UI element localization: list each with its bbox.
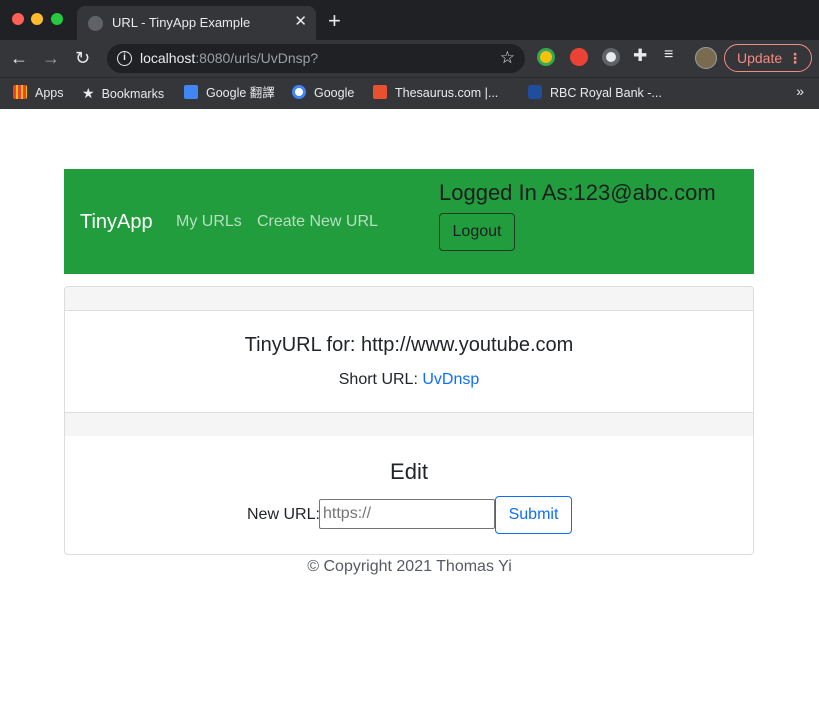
browser-chrome: URL - TinyApp Example ✕ + ← → ↻ i localh…	[0, 0, 819, 109]
bookmark-thesaurus[interactable]: Thesaurus.com |...	[373, 84, 498, 102]
new-url-input[interactable]	[319, 499, 495, 529]
thesaurus-icon	[373, 85, 387, 99]
address-bar[interactable]: i localhost:8080/urls/UvDnsp? ☆	[107, 44, 525, 73]
apps-grid-icon	[13, 85, 27, 99]
card-divider-header	[65, 412, 753, 436]
puzzle-icon[interactable]: ✚	[633, 46, 647, 66]
bookmark-bookmarks[interactable]: ★ Bookmarks	[82, 84, 164, 103]
profile-avatar[interactable]	[695, 47, 717, 69]
navbar: TinyApp My URLs Create New URL Logged In…	[64, 169, 754, 274]
google-translate-icon	[184, 85, 198, 99]
reload-icon[interactable]: ↻	[75, 47, 90, 69]
bookmark-label: Google	[314, 86, 355, 100]
google-icon	[292, 85, 306, 99]
bookmark-label: RBC Royal Bank -...	[550, 86, 662, 100]
nav-create-new-url[interactable]: Create New URL	[257, 213, 378, 231]
back-arrow-icon[interactable]: ←	[10, 47, 28, 69]
card-header	[65, 287, 753, 311]
short-url-link[interactable]: UvDnsp	[422, 371, 479, 388]
tab-title: URL - TinyApp Example	[112, 15, 251, 30]
url-card: TinyURL for: http://www.youtube.com Shor…	[64, 286, 754, 555]
url-text[interactable]: localhost:8080/urls/UvDnsp?	[140, 50, 318, 66]
forward-arrow-icon[interactable]: →	[42, 47, 60, 69]
info-icon[interactable]: i	[117, 51, 132, 66]
globe-icon	[88, 16, 103, 31]
bookmark-label: Google 翻譯	[206, 86, 275, 100]
maximize-window-button[interactable]	[51, 13, 63, 25]
browser-toolbar: ← → ↻ i localhost:8080/urls/UvDnsp? ☆ ✚ …	[0, 40, 819, 77]
brand-link[interactable]: TinyApp	[80, 211, 153, 234]
bookmark-rbc[interactable]: RBC Royal Bank -...	[528, 84, 662, 102]
bookmark-apps[interactable]: Apps	[13, 84, 64, 102]
card-title: TinyURL for: http://www.youtube.com	[244, 334, 574, 356]
edit-title: Edit	[390, 459, 428, 484]
update-button[interactable]: Update ⋮	[724, 44, 812, 72]
extension-icon[interactable]	[602, 48, 620, 66]
bookmark-label: Apps	[35, 86, 64, 100]
minimize-window-button[interactable]	[31, 13, 43, 25]
bookmark-label: Thesaurus.com |...	[395, 86, 499, 100]
close-icon[interactable]: ✕	[294, 12, 307, 32]
menu-dots-icon[interactable]: ⋮	[788, 45, 802, 71]
url-host: localhost	[140, 50, 196, 66]
logout-button[interactable]: Logout	[439, 213, 515, 251]
update-label: Update	[737, 50, 783, 66]
new-url-label: New URL:	[247, 506, 320, 523]
footer-copyright: © Copyright 2021 Thomas Yi	[307, 558, 512, 575]
bookmark-google[interactable]: Google	[292, 84, 354, 102]
close-window-button[interactable]	[12, 13, 24, 25]
nav-my-urls[interactable]: My URLs	[176, 213, 242, 231]
url-path: :8080/urls/UvDnsp?	[195, 50, 319, 66]
media-control-icon[interactable]: ≡	[664, 46, 673, 64]
extension-icon[interactable]	[570, 48, 588, 66]
short-url-label: Short URL:	[338, 371, 423, 388]
logged-in-text: Logged In As:123@abc.com	[439, 180, 716, 205]
rbc-icon	[528, 85, 542, 99]
bookmark-google-translate[interactable]: Google 翻譯	[184, 84, 275, 102]
star-icon: ★	[82, 85, 95, 101]
bookmark-label: Bookmarks	[101, 87, 165, 101]
bookmarks-overflow-icon[interactable]: »	[796, 83, 804, 99]
bookmarks-bar: Apps ★ Bookmarks Google 翻譯 Google Thesaur…	[0, 77, 819, 109]
submit-button[interactable]: Submit	[495, 496, 572, 534]
tab-strip: URL - TinyApp Example ✕ +	[0, 0, 819, 40]
short-url-line: Short URL: UvDnsp	[65, 371, 753, 389]
active-tab[interactable]: URL - TinyApp Example ✕	[77, 6, 316, 40]
bookmark-star-icon[interactable]: ☆	[500, 48, 515, 68]
extension-icon[interactable]	[537, 48, 555, 66]
new-tab-button[interactable]: +	[328, 9, 341, 33]
page-content: TinyApp My URLs Create New URL Logged In…	[0, 109, 819, 703]
